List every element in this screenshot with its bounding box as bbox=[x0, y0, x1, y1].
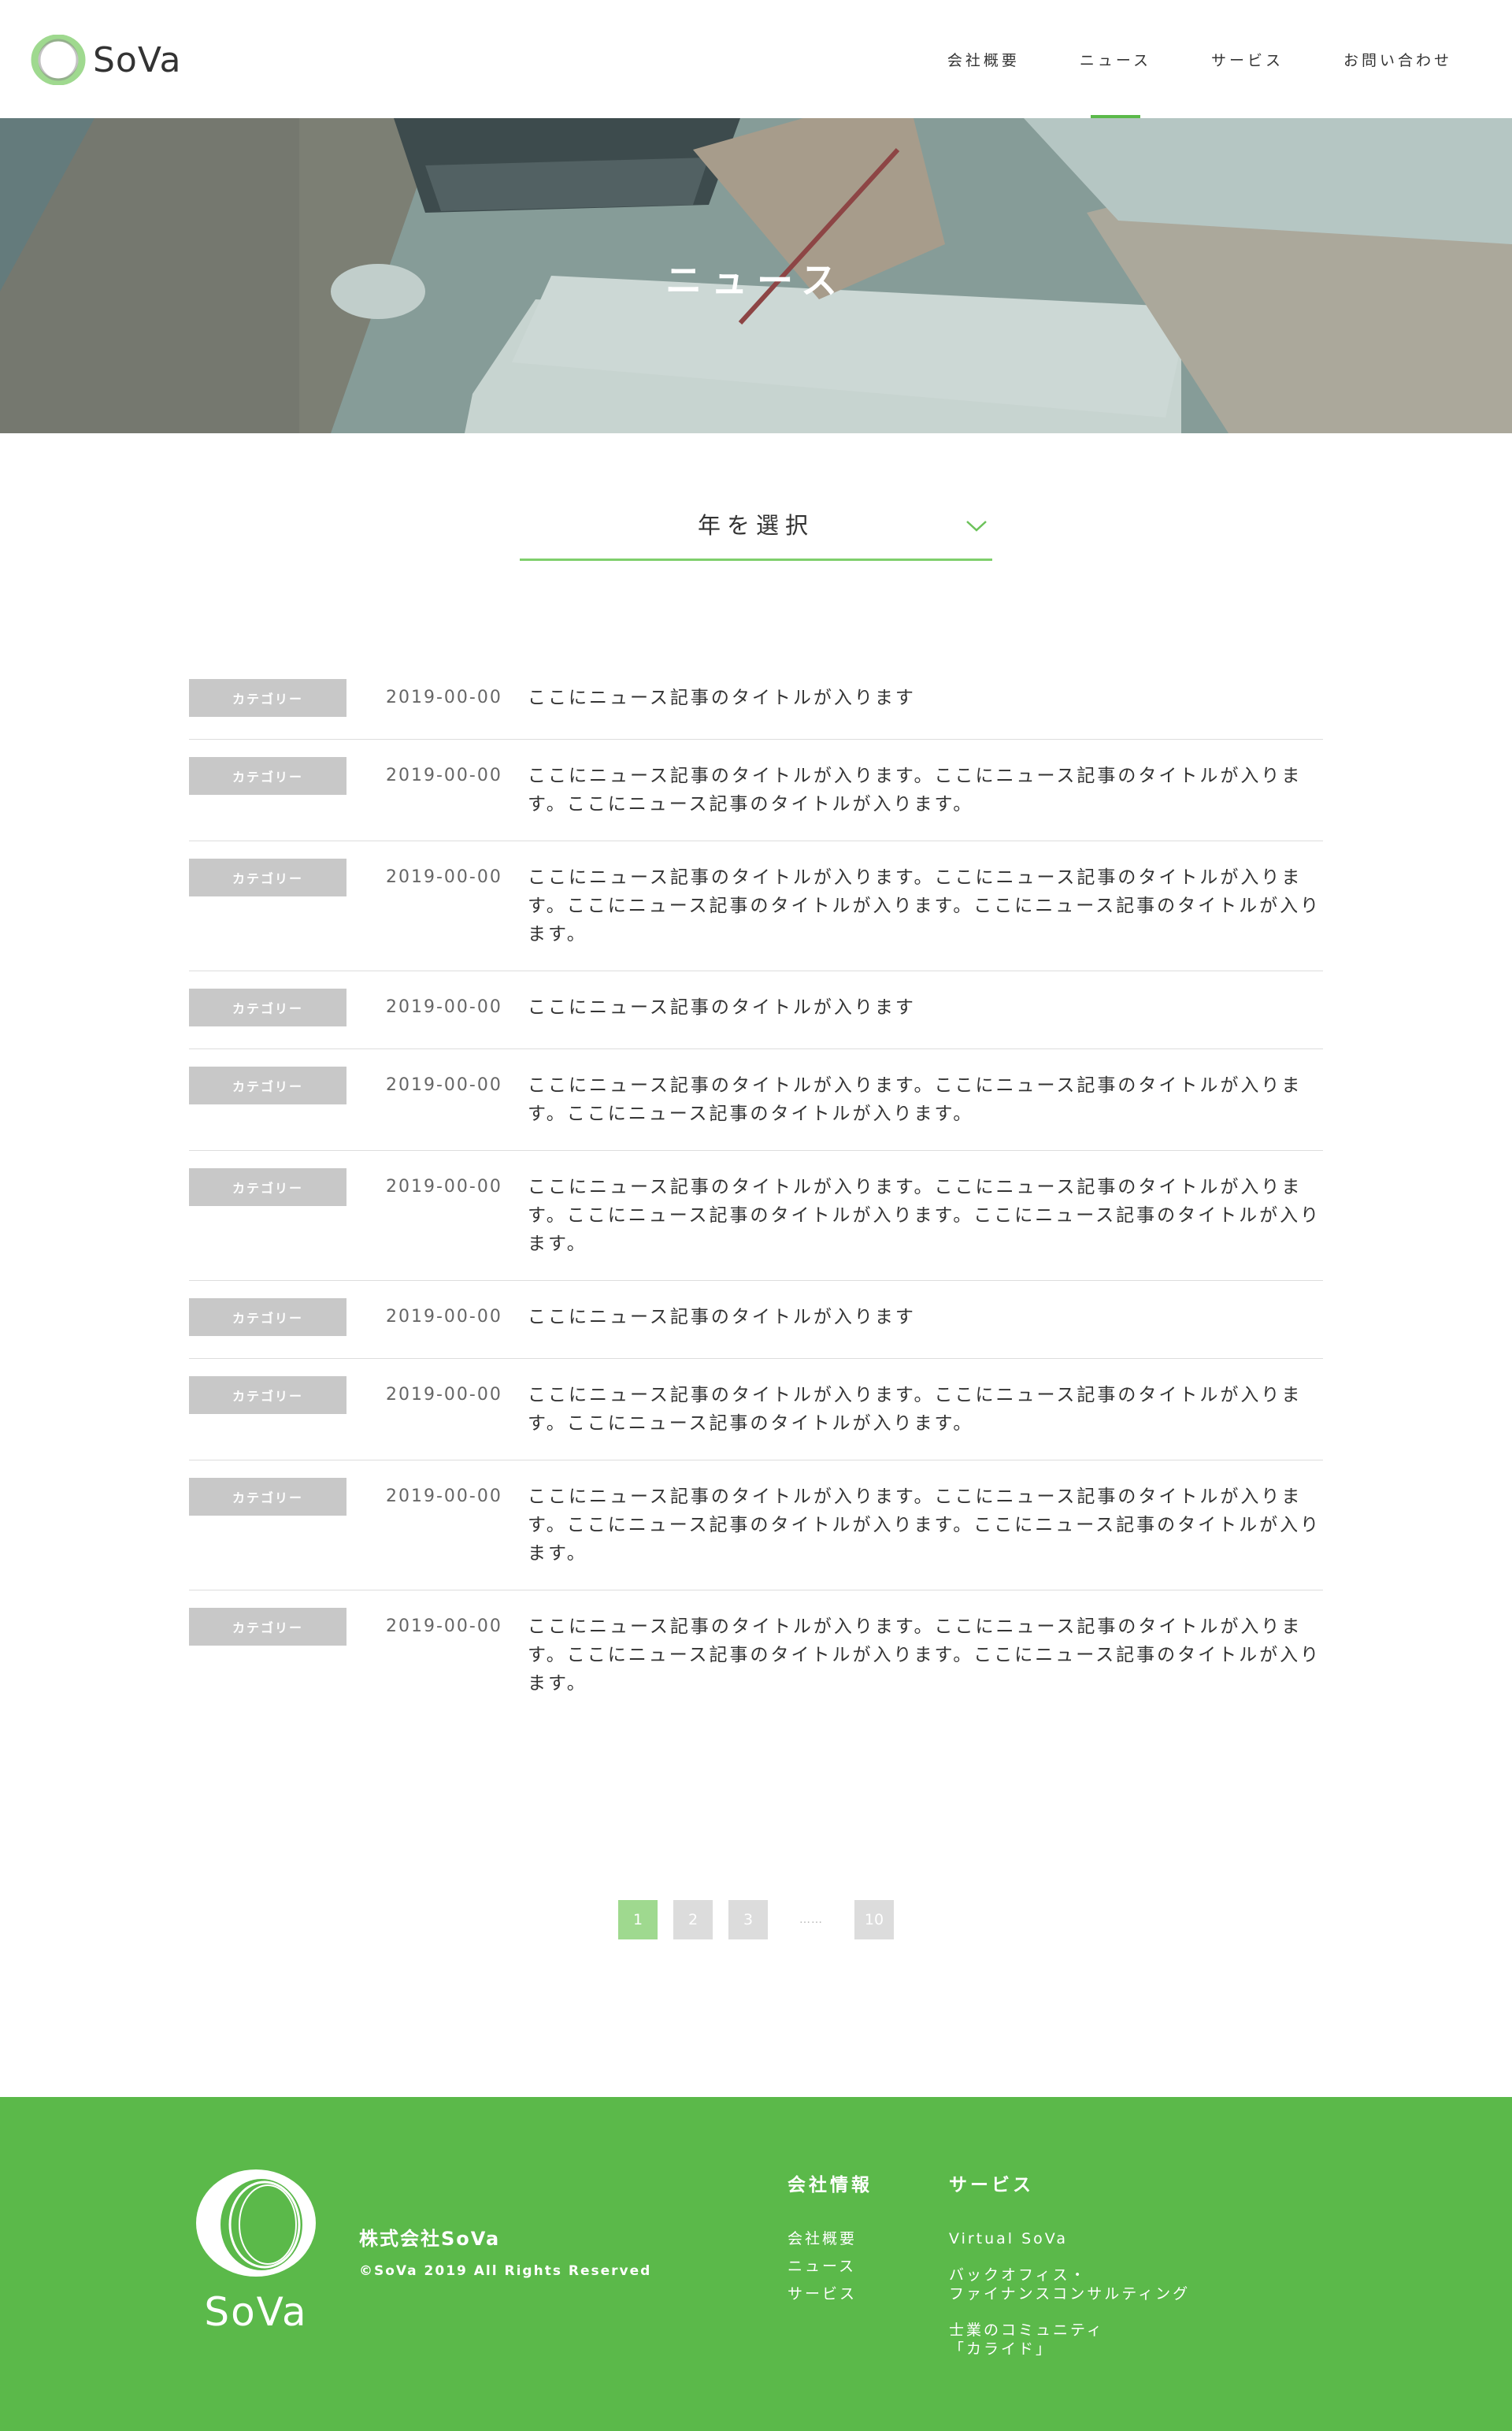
news-item[interactable]: カテゴリー 2019-00-00 ここにニュース記事のタイトルが入ります。ここにニュ… bbox=[189, 740, 1323, 841]
news-item[interactable]: カテゴリー 2019-00-00 ここにニュース記事のタイトルが入ります。ここにニュ… bbox=[189, 1460, 1323, 1590]
page-title: ニュース bbox=[665, 259, 847, 302]
page-3-button[interactable]: 3 bbox=[728, 1900, 768, 1939]
category-badge[interactable]: カテゴリー bbox=[189, 989, 346, 1026]
news-title-link[interactable]: ここにニュース記事のタイトルが入ります。ここにニュース記事のタイトルが入ります。… bbox=[528, 1376, 1323, 1438]
nav-services[interactable]: サービス bbox=[1181, 0, 1314, 118]
news-title-link[interactable]: ここにニュース記事のタイトルが入ります。ここにニュース記事のタイトルが入ります。… bbox=[528, 859, 1323, 948]
logo-ring-icon bbox=[30, 34, 88, 86]
footer-logo-text: SoVa bbox=[204, 2289, 308, 2335]
news-title-link[interactable]: ここにニュース記事のタイトルが入ります。ここにニュース記事のタイトルが入ります。… bbox=[528, 757, 1323, 818]
page-2-button[interactable]: 2 bbox=[673, 1900, 713, 1939]
footer-copyright: ©SoVa 2019 All Rights Reserved bbox=[359, 2263, 652, 2279]
news-title-link[interactable]: ここにニュース記事のタイトルが入ります bbox=[528, 1298, 1323, 1336]
hero-banner: ニュース bbox=[0, 118, 1512, 433]
news-item[interactable]: カテゴリー 2019-00-00 ここにニュース記事のタイトルが入ります bbox=[189, 1281, 1323, 1359]
site-footer: SoVa 株式会社SoVa ©SoVa 2019 All Rights Rese… bbox=[0, 2097, 1512, 2431]
footer-logo-ring-icon bbox=[196, 2169, 316, 2277]
news-title-link[interactable]: ここにニュース記事のタイトルが入ります bbox=[528, 989, 1323, 1026]
category-badge[interactable]: カテゴリー bbox=[189, 1298, 346, 1336]
site-logo[interactable]: SoVa bbox=[30, 34, 182, 86]
footer-link-news[interactable]: ニュース bbox=[788, 2257, 873, 2276]
footer-company-name: 株式会社SoVa bbox=[359, 2228, 501, 2250]
nav-company[interactable]: 会社概要 bbox=[917, 0, 1050, 118]
footer-link-company[interactable]: 会社概要 bbox=[788, 2229, 873, 2248]
footer-logo[interactable]: SoVa bbox=[189, 2166, 323, 2335]
news-item[interactable]: カテゴリー 2019-00-00 ここにニュース記事のタイトルが入ります。ここにニュ… bbox=[189, 1359, 1323, 1460]
footer-link-kalide[interactable]: 士業のコミュニティ 「カライド」 bbox=[949, 2321, 1190, 2359]
category-badge[interactable]: カテゴリー bbox=[189, 679, 346, 717]
main-nav: 会社概要 ニュース サービス お問い合わせ bbox=[917, 0, 1482, 118]
news-date: 2019-00-00 bbox=[386, 766, 502, 785]
news-date: 2019-00-00 bbox=[386, 1307, 502, 1327]
pagination: 1 2 3 …… 10 bbox=[0, 1900, 1512, 1939]
news-title-link[interactable]: ここにニュース記事のタイトルが入ります。ここにニュース記事のタイトルが入ります。… bbox=[528, 1478, 1323, 1568]
footer-service-heading: サービス bbox=[949, 2175, 1034, 2195]
chevron-down-icon bbox=[965, 520, 988, 536]
page-1-button[interactable]: 1 bbox=[618, 1900, 658, 1939]
news-date: 2019-00-00 bbox=[386, 1486, 502, 1506]
news-item[interactable]: カテゴリー 2019-00-00 ここにニュース記事のタイトルが入ります。ここにニュ… bbox=[189, 1049, 1323, 1151]
logo-text: SoVa bbox=[93, 39, 182, 80]
category-badge[interactable]: カテゴリー bbox=[189, 859, 346, 896]
news-title-link[interactable]: ここにニュース記事のタイトルが入ります。ここにニュース記事のタイトルが入ります。… bbox=[528, 1168, 1323, 1258]
footer-link-services[interactable]: サービス bbox=[788, 2284, 873, 2303]
category-badge[interactable]: カテゴリー bbox=[189, 757, 346, 795]
nav-news[interactable]: ニュース bbox=[1050, 0, 1181, 118]
news-item[interactable]: カテゴリー 2019-00-00 ここにニュース記事のタイトルが入ります bbox=[189, 971, 1323, 1049]
category-badge[interactable]: カテゴリー bbox=[189, 1478, 346, 1516]
news-list: カテゴリー 2019-00-00 ここにニュース記事のタイトルが入ります カテゴリー 2… bbox=[189, 662, 1323, 1720]
news-date: 2019-00-00 bbox=[386, 1385, 502, 1405]
category-badge[interactable]: カテゴリー bbox=[189, 1608, 346, 1646]
category-badge[interactable]: カテゴリー bbox=[189, 1067, 346, 1104]
news-item[interactable]: カテゴリー 2019-00-00 ここにニュース記事のタイトルが入ります bbox=[189, 662, 1323, 740]
news-date: 2019-00-00 bbox=[386, 1177, 502, 1197]
footer-company: 株式会社SoVa ©SoVa 2019 All Rights Reserved bbox=[359, 2223, 651, 2279]
news-item[interactable]: カテゴリー 2019-00-00 ここにニュース記事のタイトルが入ります。ここにニュ… bbox=[189, 841, 1323, 971]
footer-info-heading: 会社情報 bbox=[788, 2175, 873, 2195]
footer-link-backoffice[interactable]: バックオフィス・ ファイナンスコンサルティング bbox=[949, 2266, 1190, 2303]
nav-contact[interactable]: お問い合わせ bbox=[1314, 0, 1482, 118]
category-badge[interactable]: カテゴリー bbox=[189, 1376, 346, 1414]
news-item[interactable]: カテゴリー 2019-00-00 ここにニュース記事のタイトルが入ります。ここにニュ… bbox=[189, 1151, 1323, 1281]
news-item[interactable]: カテゴリー 2019-00-00 ここにニュース記事のタイトルが入ります。ここにニュ… bbox=[189, 1590, 1323, 1720]
footer-link-virtual-sova[interactable]: Virtual SoVa bbox=[949, 2229, 1190, 2248]
page-last-button[interactable]: 10 bbox=[854, 1900, 894, 1939]
news-title-link[interactable]: ここにニュース記事のタイトルが入ります bbox=[528, 679, 1323, 717]
news-date: 2019-00-00 bbox=[386, 1075, 502, 1095]
news-date: 2019-00-00 bbox=[386, 867, 502, 887]
news-date: 2019-00-00 bbox=[386, 688, 502, 707]
footer-info-column: 会社情報 会社概要 ニュース サービス bbox=[788, 2169, 873, 2312]
year-select-dropdown[interactable]: 年を選択 bbox=[520, 488, 992, 561]
pagination-ellipsis: …… bbox=[799, 1913, 823, 1926]
category-badge[interactable]: カテゴリー bbox=[189, 1168, 346, 1206]
news-date: 2019-00-00 bbox=[386, 1616, 502, 1636]
site-header: SoVa 会社概要 ニュース サービス お問い合わせ bbox=[0, 0, 1512, 118]
year-select-label: 年を選択 bbox=[697, 511, 814, 539]
news-date: 2019-00-00 bbox=[386, 997, 502, 1017]
news-title-link[interactable]: ここにニュース記事のタイトルが入ります。ここにニュース記事のタイトルが入ります。… bbox=[528, 1067, 1323, 1128]
footer-service-column: サービス Virtual SoVa バックオフィス・ ファイナンスコンサルティン… bbox=[949, 2169, 1190, 2376]
news-title-link[interactable]: ここにニュース記事のタイトルが入ります。ここにニュース記事のタイトルが入ります。… bbox=[528, 1608, 1323, 1698]
